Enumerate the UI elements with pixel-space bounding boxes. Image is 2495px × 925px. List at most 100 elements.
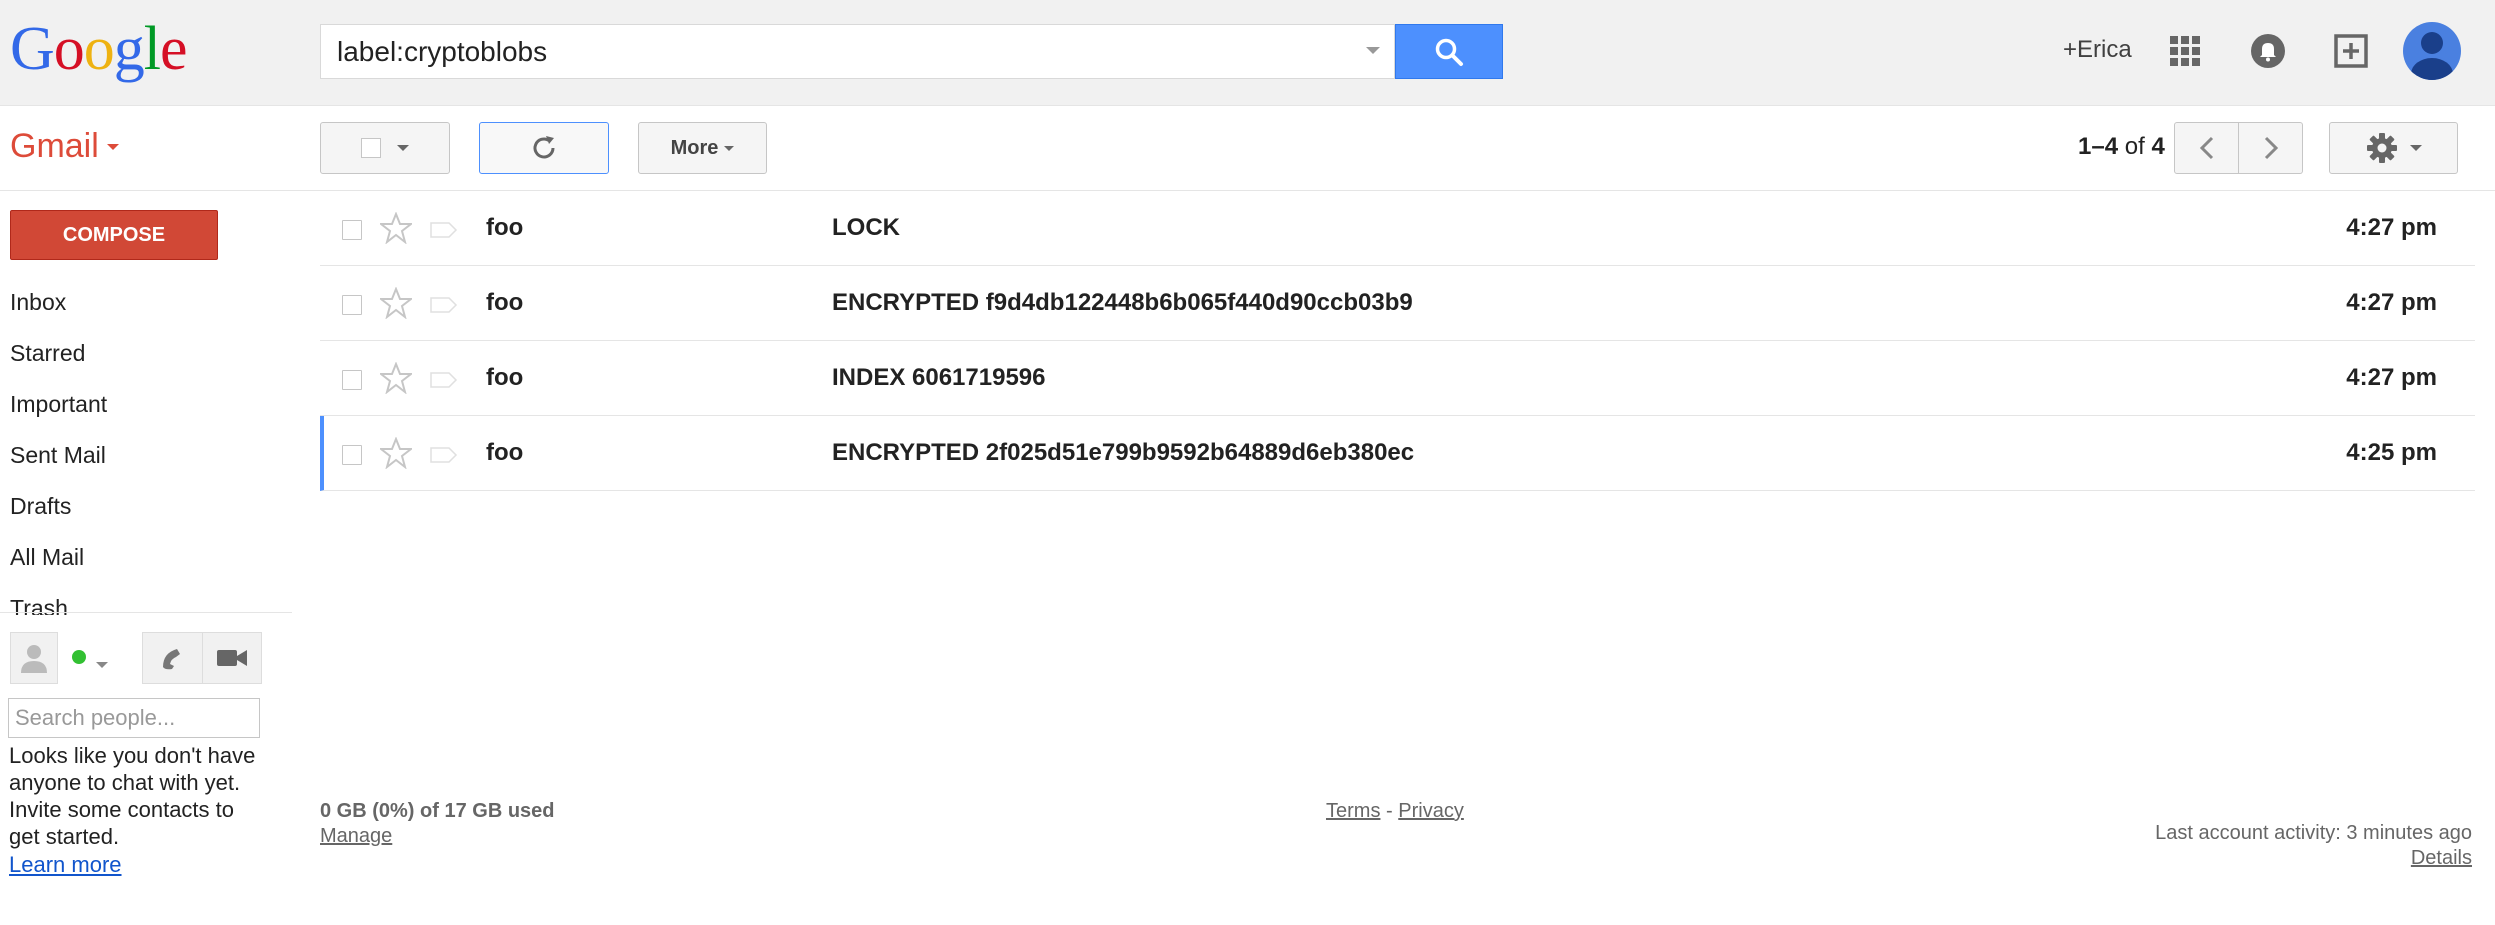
pager-start: 1 — [2078, 133, 2092, 160]
gmail-label: Gmail — [10, 127, 99, 165]
terms-link[interactable]: Terms — [1326, 800, 1380, 822]
message-sender: foo — [486, 214, 524, 241]
message-subject: ENCRYPTED f9d4db122448b6b065f440d90ccb03… — [832, 289, 1413, 316]
phone-icon — [163, 649, 181, 670]
storage-usage: 0 GB (0%) of 17 GB used — [320, 800, 555, 822]
logo-letter: g — [113, 15, 145, 83]
message-subject: INDEX 6061719596 — [832, 364, 1046, 391]
logo-letter: l — [143, 15, 161, 83]
sidebar-item-important[interactable]: Important — [10, 387, 290, 438]
search-options-dropdown-icon[interactable] — [1366, 47, 1380, 54]
bell-icon[interactable] — [2245, 28, 2291, 74]
sidebar-item-inbox[interactable]: Inbox — [10, 285, 290, 336]
settings-button[interactable] — [2329, 122, 2458, 174]
pagination-count: 1–4 of 4 — [2078, 133, 2165, 161]
newer-page-button[interactable] — [2174, 122, 2239, 174]
person-icon — [21, 645, 47, 673]
row-checkbox[interactable] — [342, 445, 362, 465]
chevron-down-icon — [106, 143, 119, 150]
star-icon[interactable] — [380, 287, 412, 319]
gear-icon — [2366, 133, 2397, 163]
chevron-down-icon[interactable] — [96, 655, 108, 673]
message-sender: foo — [486, 289, 524, 316]
video-camera-icon — [216, 650, 247, 666]
row-checkbox[interactable] — [342, 220, 362, 240]
sidebar-nav: Inbox Starred Important Sent Mail Drafts… — [10, 285, 290, 615]
legal-separator: - — [1386, 800, 1393, 822]
sidebar-item-starred[interactable]: Starred — [10, 336, 290, 387]
gmail-window: Google +Erica — [0, 0, 2495, 925]
sidebar-item-sent-mail[interactable]: Sent Mail — [10, 438, 290, 489]
compose-button[interactable]: COMPOSE — [10, 210, 218, 260]
chevron-down-icon — [397, 145, 409, 151]
star-icon[interactable] — [380, 212, 412, 244]
search-people-input[interactable] — [8, 698, 260, 738]
pager-dash: – — [2091, 133, 2105, 160]
gmail-app-menu[interactable]: Gmail — [10, 127, 119, 166]
chevron-right-icon — [2264, 136, 2278, 160]
top-header: Google +Erica — [0, 0, 2495, 106]
user-profile-link[interactable]: +Erica — [2063, 36, 2132, 64]
chevron-left-icon — [2199, 136, 2213, 160]
search-button[interactable] — [1395, 24, 1503, 79]
importance-marker-icon[interactable] — [430, 372, 458, 388]
message-row[interactable]: foo ENCRYPTED f9d4db122448b6b065f440d90c… — [320, 266, 2475, 341]
message-row[interactable]: foo LOCK 4:27 pm — [320, 191, 2475, 266]
privacy-link[interactable]: Privacy — [1398, 800, 1464, 822]
message-date: 4:25 pm — [2346, 439, 2437, 466]
person-avatar-icon[interactable] — [2403, 22, 2461, 80]
learn-more-link[interactable]: Learn more — [9, 852, 122, 878]
legal-links: Terms - Privacy — [1326, 800, 1464, 823]
message-list: foo LOCK 4:27 pm foo ENCRYPTED f9d4db122… — [320, 191, 2475, 491]
message-date: 4:27 pm — [2346, 289, 2437, 316]
sidebar-divider — [0, 612, 292, 613]
message-date: 4:27 pm — [2346, 364, 2437, 391]
more-label: More — [670, 136, 719, 159]
search-input[interactable] — [321, 25, 1361, 78]
message-subject: ENCRYPTED 2f025d51e799b9592b64889d6eb380… — [832, 439, 1415, 466]
google-logo[interactable]: Google — [10, 15, 188, 83]
importance-marker-icon[interactable] — [430, 222, 458, 238]
video-call-button[interactable] — [203, 633, 262, 683]
message-row[interactable]: foo INDEX 6061719596 4:27 pm — [320, 341, 2475, 416]
sidebar-item-drafts[interactable]: Drafts — [10, 489, 290, 540]
refresh-icon — [533, 136, 555, 159]
refresh-button[interactable] — [479, 122, 609, 174]
sidebar-item-all-mail[interactable]: All Mail — [10, 540, 290, 591]
pager-of: of — [2124, 133, 2145, 160]
logo-letter: o — [83, 15, 115, 83]
last-account-activity: Last account activity: 3 minutes ago — [2155, 822, 2472, 844]
apps-grid-icon[interactable] — [2162, 28, 2208, 74]
chevron-down-icon — [2409, 145, 2422, 151]
activity-details-link[interactable]: Details — [2411, 847, 2472, 870]
phone-call-button[interactable] — [143, 633, 203, 683]
message-subject: LOCK — [832, 214, 900, 241]
importance-marker-icon[interactable] — [430, 297, 458, 313]
manage-storage-link[interactable]: Manage — [320, 825, 392, 848]
more-button[interactable]: More — [638, 122, 767, 174]
older-page-button[interactable] — [2239, 122, 2303, 174]
chat-profile-button[interactable] — [10, 632, 58, 684]
checkbox-icon — [361, 138, 381, 158]
message-date: 4:27 pm — [2346, 214, 2437, 241]
chat-status-indicator[interactable] — [72, 650, 86, 664]
search-icon — [1435, 38, 1463, 66]
logo-letter: e — [160, 15, 188, 83]
row-checkbox[interactable] — [342, 370, 362, 390]
chat-empty-message: Looks like you don't have anyone to chat… — [9, 743, 256, 849]
importance-marker-icon[interactable] — [430, 447, 458, 463]
row-checkbox[interactable] — [342, 295, 362, 315]
add-box-icon[interactable] — [2328, 28, 2374, 74]
search-box — [320, 24, 1395, 79]
select-all-button[interactable] — [320, 122, 450, 174]
pager-total: 4 — [2151, 133, 2165, 160]
star-icon[interactable] — [380, 362, 412, 394]
chevron-down-icon — [724, 145, 735, 151]
logo-letter: o — [53, 15, 85, 83]
logo-letter: G — [10, 15, 55, 83]
message-sender: foo — [486, 364, 524, 391]
chat-call-controls — [142, 632, 262, 684]
star-icon[interactable] — [380, 437, 412, 469]
message-row-focused[interactable]: foo ENCRYPTED 2f025d51e799b9592b64889d6e… — [320, 416, 2475, 491]
message-sender: foo — [486, 439, 524, 466]
